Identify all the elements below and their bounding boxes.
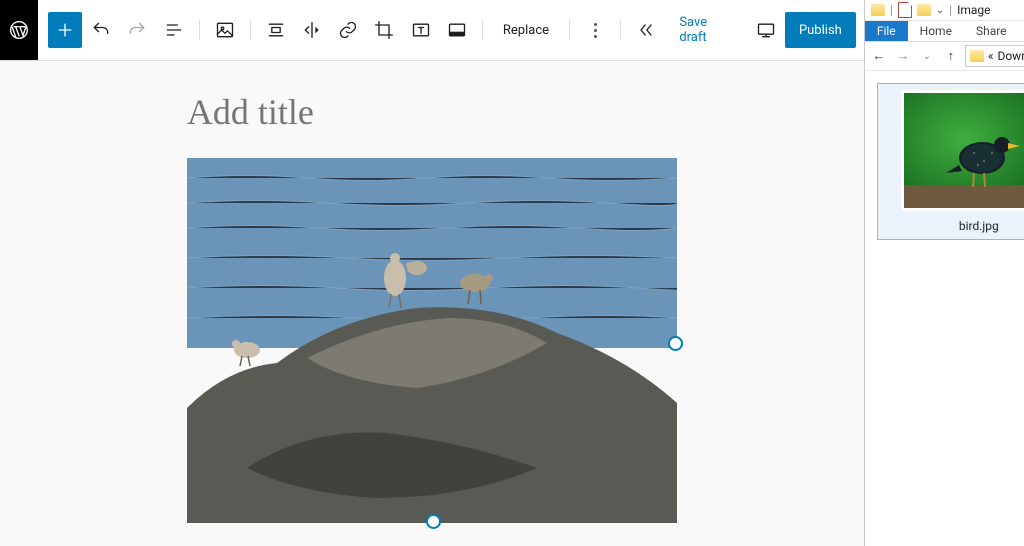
title-separator: | <box>949 3 952 17</box>
post-title-input[interactable]: Add title <box>187 91 677 133</box>
editor-toolbar: Replace Save draft Publish <box>0 0 864 61</box>
collapse-toolbar-button[interactable] <box>629 12 663 48</box>
address-bar[interactable]: « Downloads › Image ⌄ <box>965 45 1024 67</box>
nav-recent-button[interactable]: ⌄ <box>917 46 937 66</box>
publish-button[interactable]: Publish <box>785 12 856 48</box>
path-prefix: « <box>988 49 994 63</box>
ribbon-tab-home[interactable]: Home <box>908 21 964 41</box>
title-separator: | <box>890 3 893 17</box>
ribbon-tab-view[interactable]: View <box>1019 21 1024 41</box>
save-draft-label: Save draft <box>679 15 734 45</box>
save-draft-button[interactable]: Save draft <box>667 12 746 48</box>
file-pane[interactable]: bird.jpg <box>865 71 1024 546</box>
document-icon <box>898 2 912 18</box>
explorer-window-title: Image <box>957 3 990 17</box>
image-block-icon[interactable] <box>208 12 242 48</box>
hero-image <box>187 158 677 523</box>
flip-button[interactable] <box>295 12 329 48</box>
nav-forward-button[interactable]: → <box>893 46 913 66</box>
replace-button[interactable]: Replace <box>491 12 561 48</box>
align-button[interactable] <box>259 12 293 48</box>
folder-icon <box>871 4 885 16</box>
quick-access-dropdown[interactable]: ⌄ <box>936 5 944 16</box>
wordpress-logo[interactable] <box>0 0 38 60</box>
replace-label: Replace <box>503 23 549 38</box>
folder-icon <box>970 50 984 62</box>
add-block-button[interactable] <box>48 12 82 48</box>
explorer-address-row: ← → ⌄ ↑ « Downloads › Image ⌄ Search Ima… <box>865 42 1024 71</box>
preview-button[interactable] <box>749 12 783 48</box>
redo-button[interactable] <box>120 12 154 48</box>
duotone-button[interactable] <box>440 12 474 48</box>
link-button[interactable] <box>331 12 365 48</box>
resize-handle-bottom[interactable] <box>426 514 441 529</box>
outline-button[interactable] <box>157 12 191 48</box>
file-name-label: bird.jpg <box>959 219 999 233</box>
file-explorer: | ⌄ | Image File Home Share View ← → ⌄ ↑… <box>864 0 1024 546</box>
explorer-title-bar: | ⌄ | Image <box>865 0 1024 21</box>
file-thumbnail-selected[interactable]: bird.jpg <box>877 83 1024 240</box>
path-segment[interactable]: Downloads <box>997 49 1024 63</box>
editor-canvas[interactable]: Add title <box>0 61 864 546</box>
resize-handle-right[interactable] <box>668 336 683 351</box>
ribbon-tab-file[interactable]: File <box>865 21 908 41</box>
folder-icon <box>917 4 931 16</box>
ribbon-tab-share[interactable]: Share <box>964 21 1019 41</box>
editor-pane: Replace Save draft Publish Add title <box>0 0 864 546</box>
image-block[interactable] <box>187 158 677 523</box>
nav-back-button[interactable]: ← <box>869 46 889 66</box>
explorer-ribbon: File Home Share View <box>865 21 1024 42</box>
undo-button[interactable] <box>84 12 118 48</box>
publish-label: Publish <box>799 23 842 38</box>
nav-up-button[interactable]: ↑ <box>941 46 961 66</box>
crop-button[interactable] <box>367 12 401 48</box>
text-overlay-button[interactable] <box>404 12 438 48</box>
thumbnail-image <box>901 90 1024 211</box>
more-options-button[interactable] <box>578 12 612 48</box>
